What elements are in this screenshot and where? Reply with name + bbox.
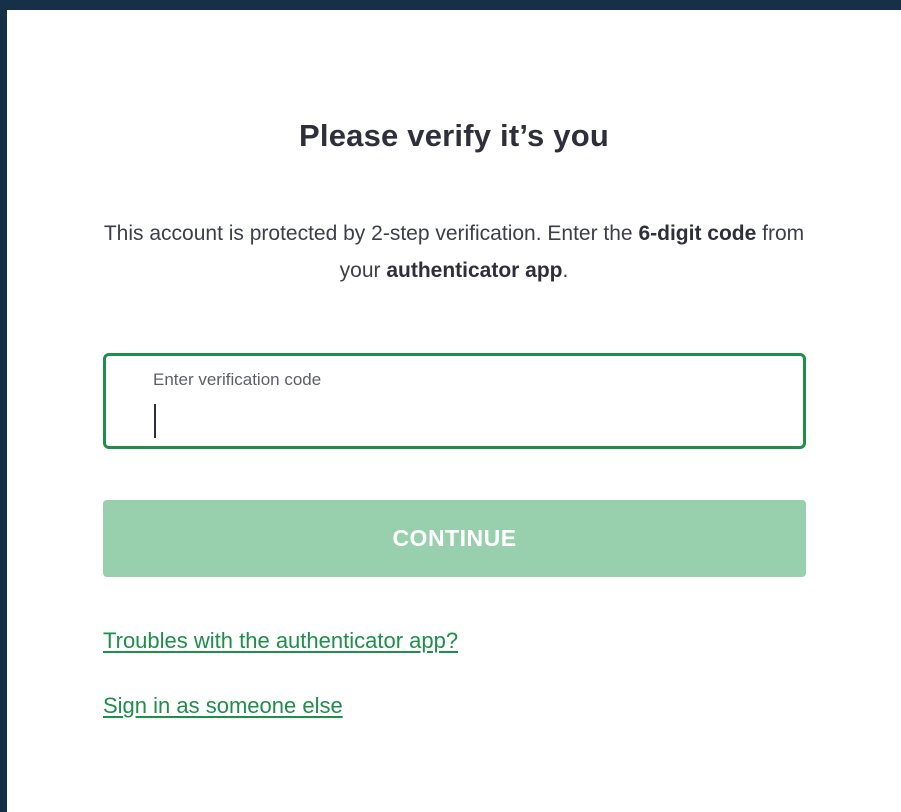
description-bold-code: 6-digit code (638, 222, 757, 245)
text-cursor (154, 404, 156, 438)
description-text-3: . (562, 259, 569, 282)
description-text-1: This account is protected by 2-step veri… (103, 222, 639, 245)
page-title: Please verify it’s you (299, 118, 609, 153)
description-bold-app: authenticator app (386, 259, 563, 282)
verification-code-input[interactable] (150, 398, 752, 434)
troubles-authenticator-link[interactable]: Troubles with the authenticator app? (103, 628, 458, 654)
verification-card: Please verify it’s you This account is p… (7, 10, 901, 812)
continue-button[interactable]: CONTINUE (103, 500, 806, 577)
verification-description: This account is protected by 2-step veri… (87, 215, 821, 289)
verification-code-field[interactable]: Enter verification code (103, 353, 806, 449)
sign-in-someone-else-link[interactable]: Sign in as someone else (103, 693, 343, 719)
verification-code-label: Enter verification code (153, 370, 322, 389)
